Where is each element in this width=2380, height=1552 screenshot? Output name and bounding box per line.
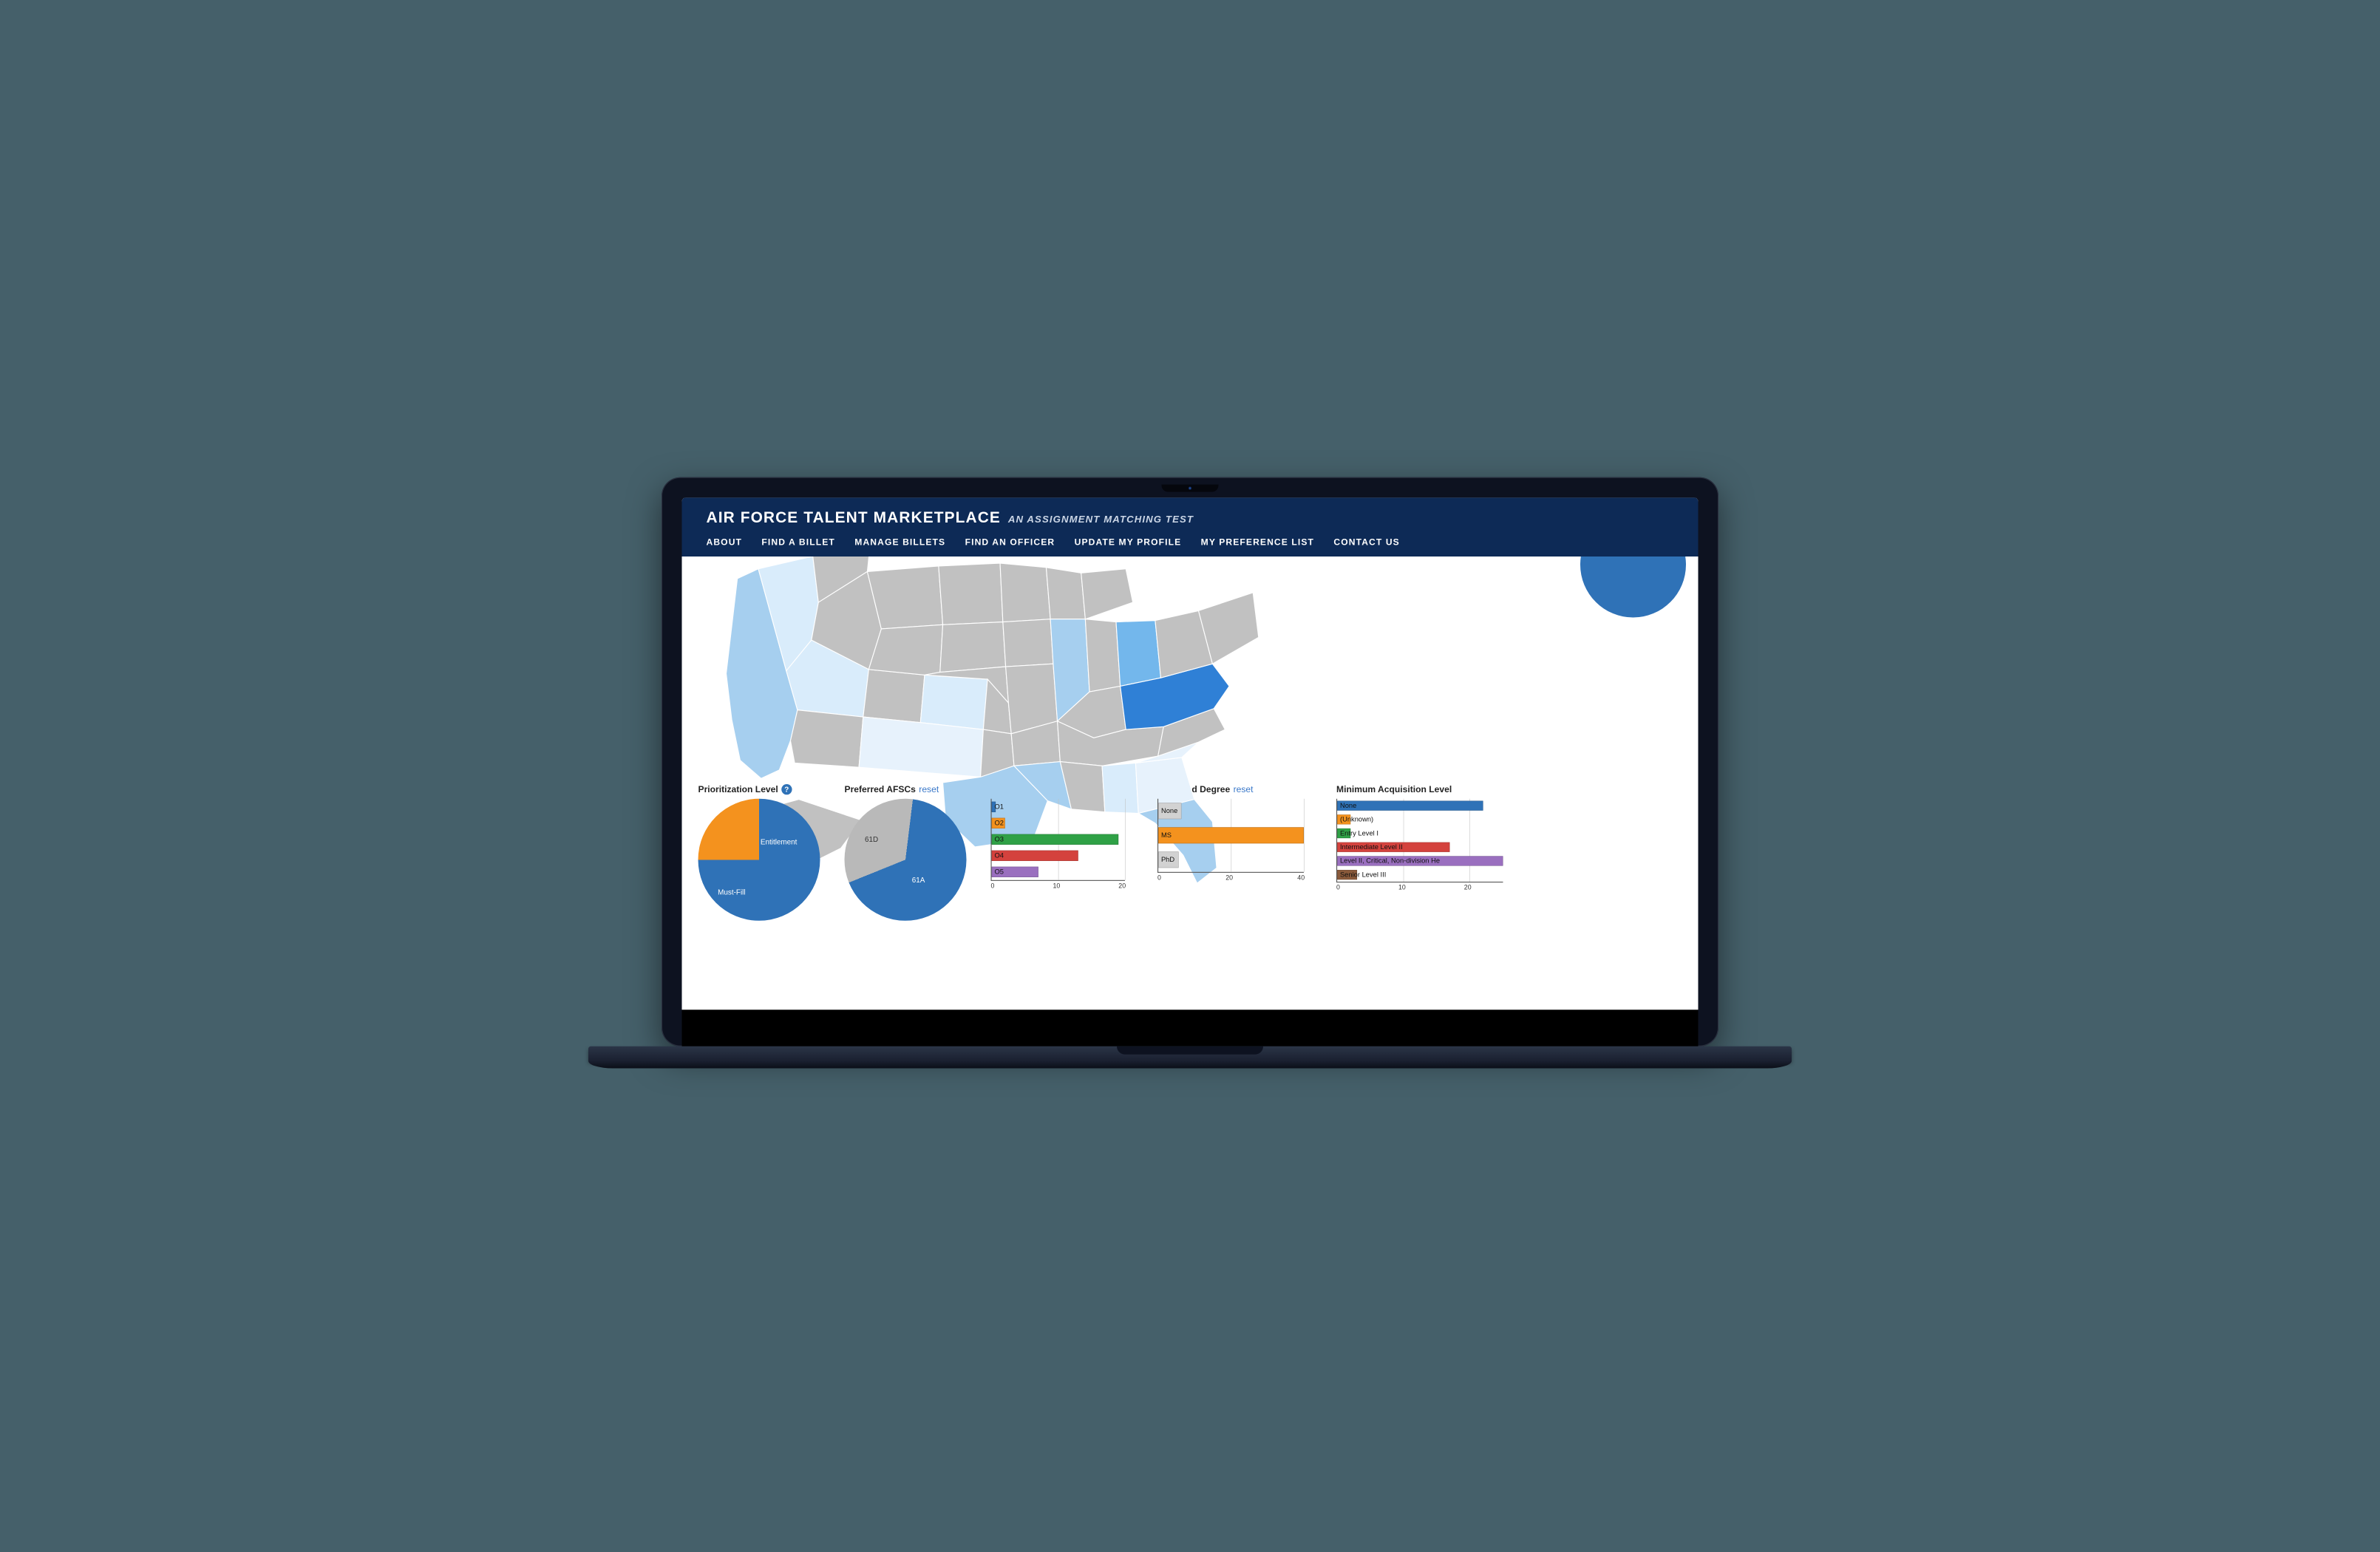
title-row: AIR FORCE TALENT MARKETPLACE AN ASSIGNME… xyxy=(707,509,1674,527)
state-wi[interactable] xyxy=(1046,568,1085,619)
nav-my-preference-list[interactable]: MY PREFERENCE LIST xyxy=(1201,537,1314,548)
chart-grades: Preferred Grades O1 O2 O3 O4 xyxy=(991,784,1146,890)
hbar-chart-degree[interactable]: None MS PhD 0 20 40 xyxy=(1157,799,1325,882)
tick: 0 xyxy=(1157,874,1161,882)
chart-acq: Minimum Acquisition Level None (Unknown)… xyxy=(1336,784,1523,891)
chart-afscs: Preferred AFSCs reset 61D 61A xyxy=(845,784,979,921)
state-wy[interactable] xyxy=(868,624,942,675)
hbar-chart-acq[interactable]: None (Unknown) Entry Level I Intermediat… xyxy=(1336,799,1523,891)
app-title: AIR FORCE TALENT MARKETPLACE xyxy=(707,509,1001,527)
corner-chart-fragment xyxy=(1580,557,1686,618)
state-mi[interactable] xyxy=(1081,569,1133,619)
state-az[interactable] xyxy=(790,710,863,768)
laptop-camera xyxy=(1162,485,1219,492)
state-mn[interactable] xyxy=(1000,563,1050,622)
app-page: AIR FORCE TALENT MARKETPLACE AN ASSIGNME… xyxy=(682,497,1699,1010)
tick: 20 xyxy=(1118,882,1126,890)
bar-label: None xyxy=(1161,807,1177,815)
hbar-chart-grades[interactable]: O1 O2 O3 O4 O5 0 10 20 xyxy=(991,799,1146,890)
bar-label: Senior Level III xyxy=(1340,871,1386,879)
pie-afscs[interactable]: 61D 61A xyxy=(826,780,985,939)
chart-degree: Preferred Degree reset None MS PhD xyxy=(1157,784,1325,882)
state-in[interactable] xyxy=(1085,619,1120,692)
laptop-mockup: AIR FORCE TALENT MARKETPLACE AN ASSIGNME… xyxy=(662,477,1718,1075)
pie-slice-label-61d: 61D xyxy=(865,835,878,844)
state-nd[interactable] xyxy=(939,563,1003,624)
tick: 10 xyxy=(1398,884,1406,891)
bar-label: O1 xyxy=(994,803,1003,811)
state-mt[interactable] xyxy=(867,566,942,629)
nav-update-my-profile[interactable]: UPDATE MY PROFILE xyxy=(1075,537,1182,548)
bar-label: O5 xyxy=(994,868,1003,876)
nav-about[interactable]: ABOUT xyxy=(707,537,743,548)
pie-slice-label-entitlement: Entitlement xyxy=(761,838,798,847)
state-ut[interactable] xyxy=(863,670,925,723)
laptop-screen: AIR FORCE TALENT MARKETPLACE AN ASSIGNME… xyxy=(682,497,1699,1046)
tick: 0 xyxy=(991,882,995,890)
nav-manage-billets[interactable]: MANAGE BILLETS xyxy=(854,537,945,548)
bar-label: O4 xyxy=(994,851,1003,860)
bar-label: PhD xyxy=(1161,856,1174,864)
us-map-panel xyxy=(682,557,1699,784)
main-nav: ABOUT FIND A BILLET MANAGE BILLETS FIND … xyxy=(707,537,1674,548)
tick: 20 xyxy=(1225,874,1233,882)
tick: 40 xyxy=(1297,874,1305,882)
content-area: Prioritization Level ? Must-Fill Entitle… xyxy=(682,557,1699,1010)
pie-prioritization[interactable]: Must-Fill Entitlement xyxy=(698,799,820,921)
bar-label: Level II, Critical, Non-division He xyxy=(1340,857,1440,865)
tick: 20 xyxy=(1464,884,1472,891)
laptop-body: AIR FORCE TALENT MARKETPLACE AN ASSIGNME… xyxy=(662,477,1718,1046)
state-sd[interactable] xyxy=(940,622,1006,673)
nav-find-an-officer[interactable]: FIND AN OFFICER xyxy=(965,537,1055,548)
nav-find-a-billet[interactable]: FIND A BILLET xyxy=(761,537,834,548)
laptop-base xyxy=(588,1046,1792,1075)
app-subtitle: AN ASSIGNMENT MATCHING TEST xyxy=(1008,514,1194,525)
bar-label: Intermediate Level II xyxy=(1340,843,1403,851)
bar-label: Entry Level I xyxy=(1340,829,1378,837)
tick: 10 xyxy=(1053,882,1060,890)
pie-slice-label-mustfill: Must-Fill xyxy=(718,888,745,897)
state-co[interactable] xyxy=(920,675,987,729)
nav-contact-us[interactable]: CONTACT US xyxy=(1333,537,1399,548)
bar-label: MS xyxy=(1161,831,1172,840)
pie-slice-label-61a: 61A xyxy=(912,876,925,885)
bar-label: None xyxy=(1340,802,1356,810)
tick: 0 xyxy=(1336,884,1340,891)
state-oh[interactable] xyxy=(1116,621,1161,687)
bar-label: O3 xyxy=(994,835,1003,843)
state-ia[interactable] xyxy=(1003,619,1053,667)
app-header: AIR FORCE TALENT MARKETPLACE AN ASSIGNME… xyxy=(682,497,1699,557)
bar-label: O2 xyxy=(994,819,1003,827)
bar-label: (Unknown) xyxy=(1340,815,1373,823)
